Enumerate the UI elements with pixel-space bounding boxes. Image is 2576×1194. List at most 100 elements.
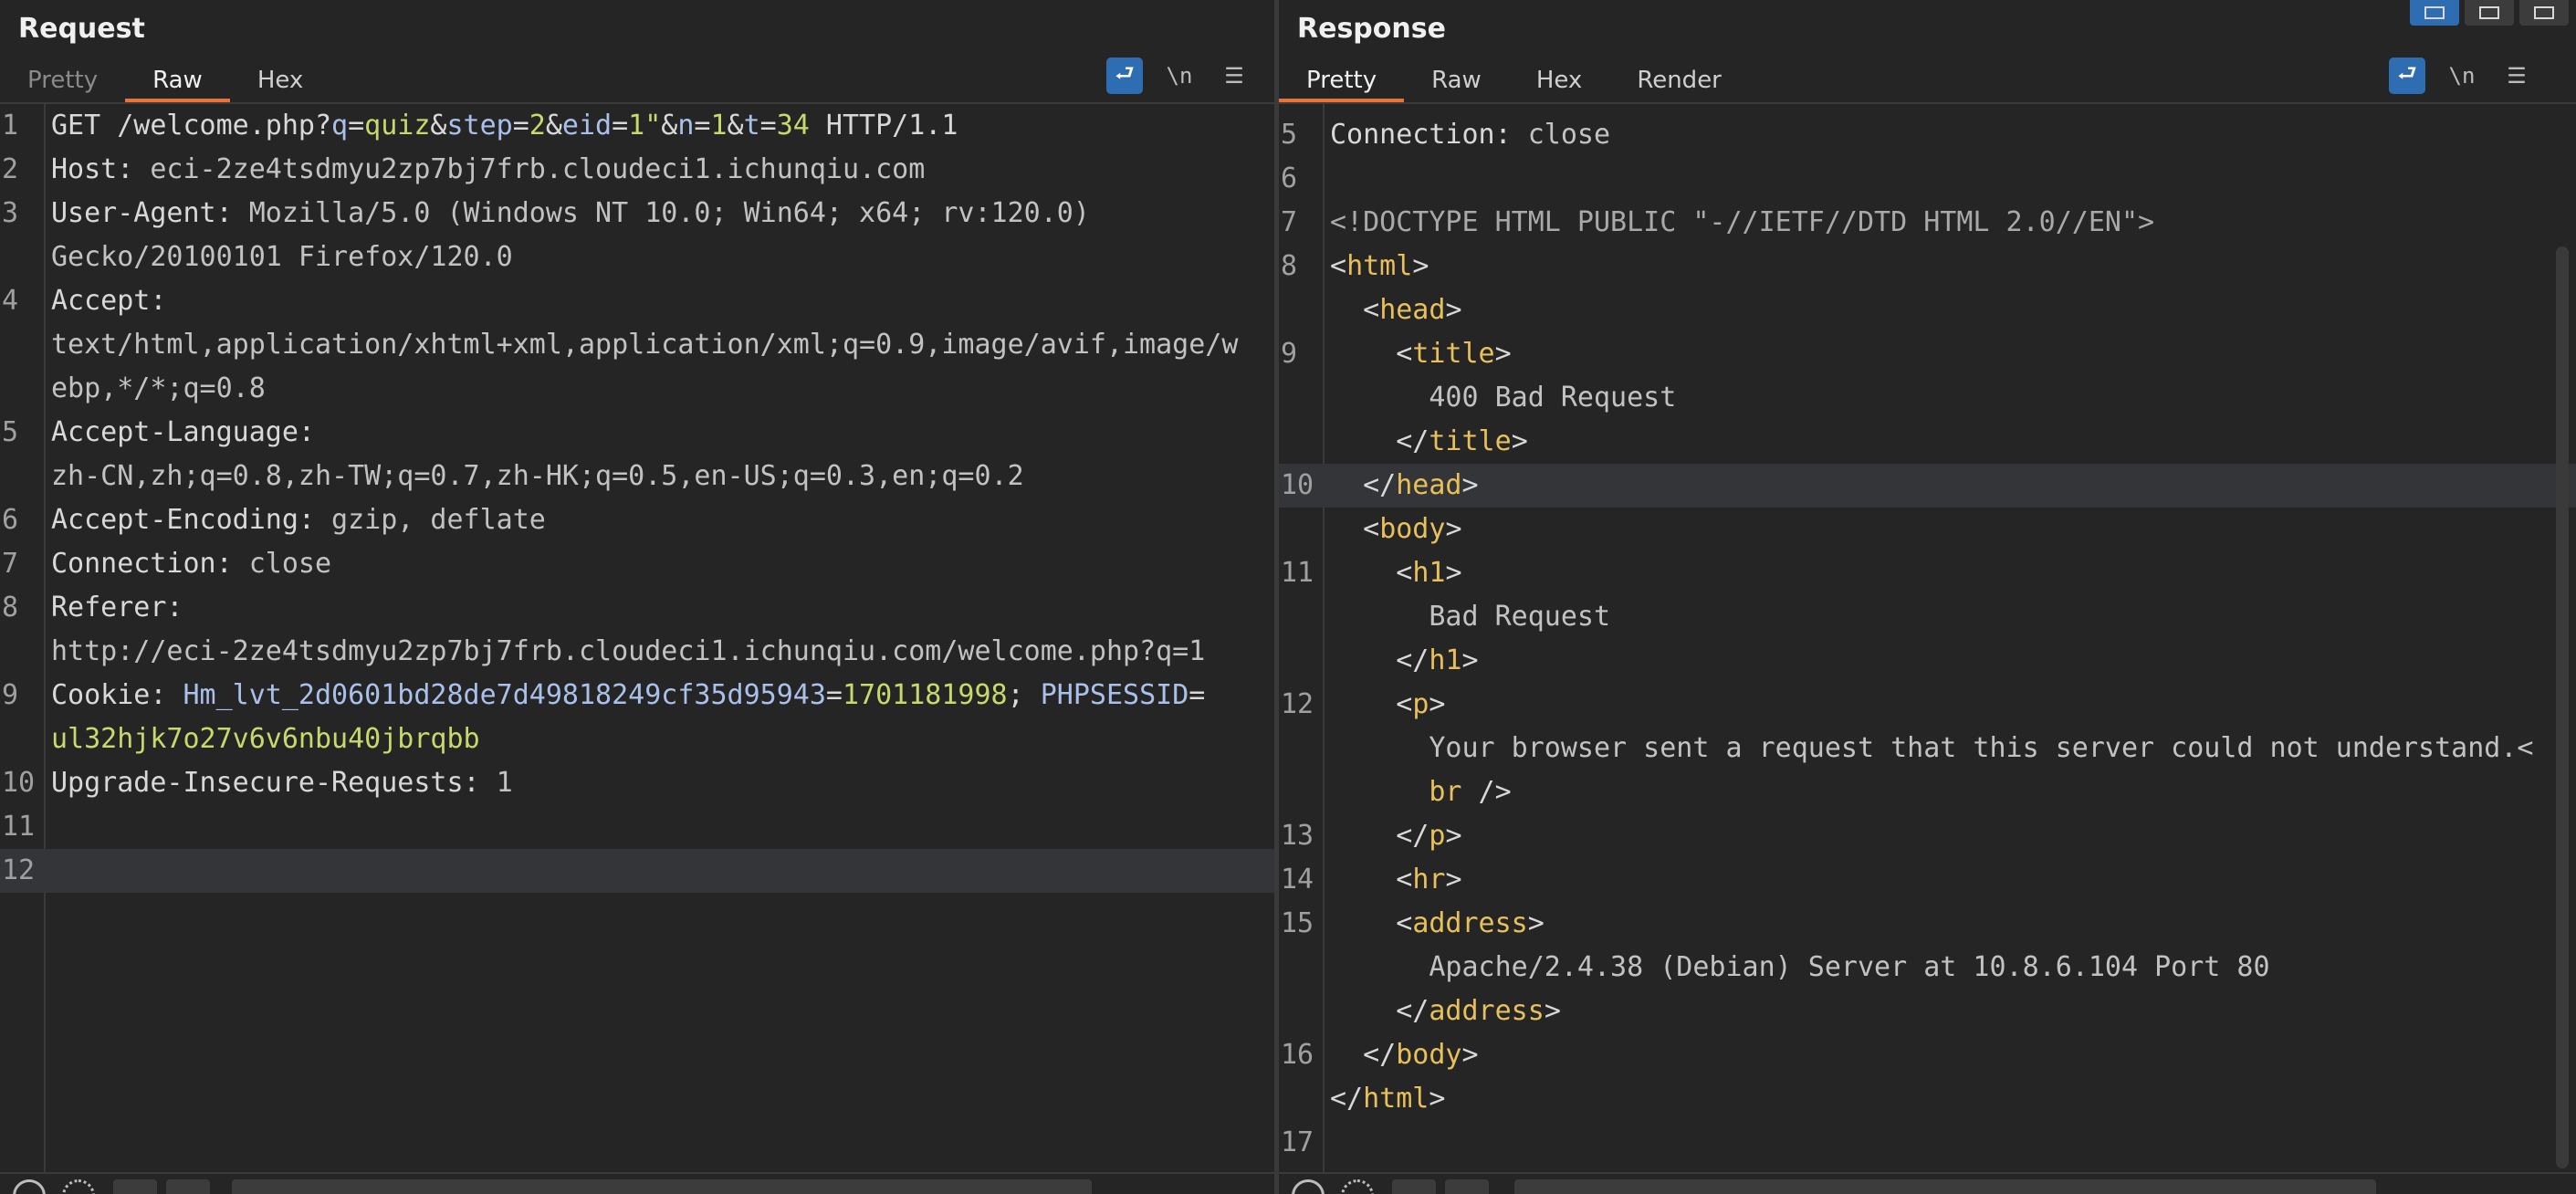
code-line[interactable]: 5 Connection: close: [1279, 113, 2576, 157]
settings-icon[interactable]: [62, 1179, 95, 1194]
line-number: [1279, 595, 1325, 639]
code-line[interactable]: Gecko/20100101 Firefox/120.0: [0, 236, 1274, 279]
code-line[interactable]: ul32hjk7o27v6v6nbu40jbrqbb: [0, 717, 1274, 761]
code-token: >: [1445, 820, 1462, 852]
code-text: <html>: [1325, 245, 2576, 288]
code-line[interactable]: ebp,*/*;q=0.8: [0, 367, 1274, 411]
code-token: Accept:: [51, 285, 167, 317]
code-line[interactable]: 2 Host: eci-2ze4tsdmyu2zp7bj7frb.cloudeci…: [0, 148, 1274, 192]
code-line[interactable]: 9 Cookie: Hm_lvt_2d0601bd28de7d49818249cf…: [0, 674, 1274, 717]
layout-split-icon[interactable]: [2410, 0, 2459, 26]
code-line[interactable]: 11: [0, 805, 1274, 849]
code-text: br />: [1325, 770, 2576, 814]
code-token: =: [348, 110, 365, 141]
code-line[interactable]: 13 </p>: [1279, 814, 2576, 858]
layout-stacked-icon[interactable]: [2465, 0, 2514, 26]
code-line[interactable]: 3 User-Agent: Mozilla/5.0 (Windows NT 10.…: [0, 192, 1274, 236]
line-number: 10: [1281, 469, 1314, 501]
help-icon[interactable]: [13, 1179, 46, 1194]
response-tab-hex[interactable]: Hex: [1509, 57, 1609, 102]
code-line[interactable]: 16 </body>: [1279, 1033, 2576, 1077]
request-tab-hex[interactable]: Hex: [230, 57, 330, 102]
newline-toggle[interactable]: \n: [2444, 58, 2480, 94]
code-line[interactable]: </h1>: [1279, 639, 2576, 683]
request-tab-raw[interactable]: Raw: [125, 57, 230, 102]
response-scrollbar[interactable]: [2556, 246, 2569, 1168]
code-token: >: [1461, 644, 1479, 676]
response-search-input[interactable]: [1514, 1179, 2376, 1194]
code-line[interactable]: 8 <html>: [1279, 245, 2576, 288]
response-tab-render[interactable]: Render: [1609, 57, 1749, 102]
code-text: http://eci-2ze4tsdmyu2zp7bj7frb.cloudeci…: [46, 630, 1274, 674]
help-icon[interactable]: [1292, 1179, 1325, 1194]
back-button[interactable]: [1392, 1179, 1436, 1194]
line-number: 11: [2, 811, 36, 843]
code-line[interactable]: Apache/2.4.38 (Debian) Server at 10.8.6.…: [1279, 946, 2576, 990]
line-number: [1279, 639, 1325, 683]
code-token: <: [1330, 250, 1347, 282]
request-editor[interactable]: 1 GET /welcome.php?q=quiz&step=2&eid=1"&n…: [0, 104, 1274, 1172]
code-token: http://eci-2ze4tsdmyu2zp7bj7frb.cloudeci…: [51, 635, 1206, 667]
code-line[interactable]: Bad Request: [1279, 595, 2576, 639]
code-line[interactable]: 8 Referer:: [0, 586, 1274, 630]
code-line[interactable]: 11 <h1>: [1279, 551, 2576, 595]
code-line[interactable]: 12 <p>: [1279, 683, 2576, 727]
code-token: 1: [710, 110, 728, 141]
forward-button[interactable]: [1445, 1179, 1489, 1194]
menu-icon[interactable]: ☰: [2498, 58, 2535, 94]
code-line[interactable]: 6 Accept-Encoding: gzip, deflate: [0, 498, 1274, 542]
code-line[interactable]: 9 <title>: [1279, 332, 2576, 376]
code-token: Cookie:: [51, 679, 183, 711]
line-number: [0, 717, 46, 761]
code-line[interactable]: 17: [1279, 1121, 2576, 1165]
code-line[interactable]: 10 </head>: [1279, 464, 2576, 508]
layout-single-icon[interactable]: [2519, 0, 2569, 26]
code-token: Bad Request: [1330, 601, 1611, 633]
code-line[interactable]: 15 <address>: [1279, 902, 2576, 946]
code-line[interactable]: br />: [1279, 770, 2576, 814]
newline-toggle[interactable]: \n: [1161, 58, 1198, 94]
code-token: html: [1346, 250, 1413, 282]
back-button[interactable]: [113, 1179, 157, 1194]
code-line[interactable]: text/html,application/xhtml+xml,applicat…: [0, 323, 1274, 367]
wrap-lines-icon[interactable]: ⮐: [2389, 58, 2425, 94]
code-line[interactable]: 4 Accept:: [0, 279, 1274, 323]
response-bottom-bar: [1279, 1172, 2576, 1194]
code-line[interactable]: <head>: [1279, 288, 2576, 332]
line-number: 1: [2, 110, 19, 141]
code-line[interactable]: 400 Bad Request: [1279, 376, 2576, 420]
code-line[interactable]: 6: [1279, 157, 2576, 201]
request-tab-pretty[interactable]: Pretty: [0, 57, 125, 102]
response-tab-pretty[interactable]: Pretty: [1279, 57, 1405, 102]
code-token: <!DOCTYPE HTML PUBLIC "-//IETF//DTD HTML…: [1330, 206, 2155, 238]
code-token: =: [825, 679, 843, 711]
code-text: <!DOCTYPE HTML PUBLIC "-//IETF//DTD HTML…: [1325, 201, 2576, 245]
code-line[interactable]: </title>: [1279, 420, 2576, 464]
code-line[interactable]: 10 Upgrade-Insecure-Requests: 1: [0, 761, 1274, 805]
code-line[interactable]: http://eci-2ze4tsdmyu2zp7bj7frb.cloudeci…: [0, 630, 1274, 674]
code-line[interactable]: 12: [0, 849, 1274, 893]
code-token: </: [1330, 1083, 1364, 1115]
wrap-lines-icon[interactable]: ⮐: [1106, 58, 1143, 94]
request-search-input[interactable]: [232, 1179, 1092, 1194]
code-line[interactable]: </html>: [1279, 1077, 2576, 1121]
code-token: br: [1429, 776, 1462, 808]
code-line[interactable]: <body>: [1279, 508, 2576, 551]
line-number: [1279, 508, 1325, 551]
menu-icon[interactable]: ☰: [1216, 58, 1252, 94]
code-token: head: [1396, 469, 1462, 501]
code-text: <hr>: [1325, 858, 2576, 902]
code-line[interactable]: 14 <hr>: [1279, 858, 2576, 902]
response-tab-raw[interactable]: Raw: [1404, 57, 1509, 102]
code-line[interactable]: 7 Connection: close: [0, 542, 1274, 586]
settings-icon[interactable]: [1341, 1179, 1374, 1194]
code-line[interactable]: 5 Accept-Language:: [0, 411, 1274, 455]
response-editor[interactable]: 5 Connection: close 6 7 <!DOCTYPE HTML PUBLI…: [1279, 104, 2576, 1172]
code-line[interactable]: </address>: [1279, 990, 2576, 1033]
code-line[interactable]: Your browser sent a request that this se…: [1279, 727, 2576, 770]
code-line[interactable]: 7 <!DOCTYPE HTML PUBLIC "-//IETF//DTD HTM…: [1279, 201, 2576, 245]
forward-button[interactable]: [166, 1179, 210, 1194]
code-line[interactable]: 1 GET /welcome.php?q=quiz&step=2&eid=1"&n…: [0, 104, 1274, 148]
code-token: HTTP/1.1: [809, 110, 958, 141]
code-line[interactable]: zh-CN,zh;q=0.8,zh-TW;q=0.7,zh-HK;q=0.5,e…: [0, 455, 1274, 498]
